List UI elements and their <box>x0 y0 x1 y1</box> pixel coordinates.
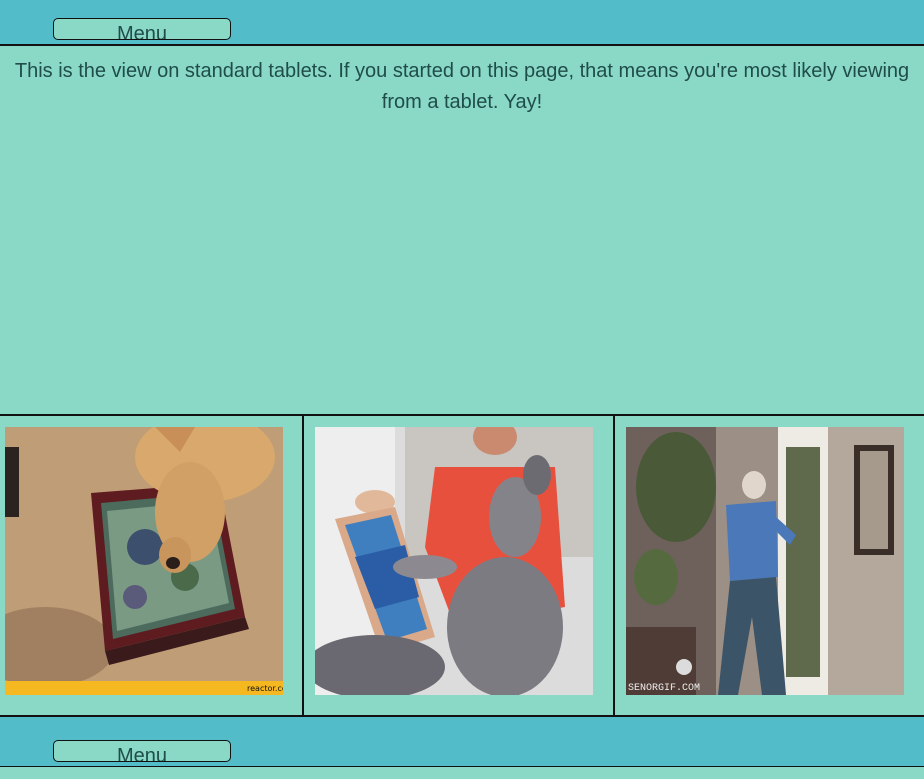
intro-text: This is the view on standard tablets. If… <box>14 60 910 113</box>
dancing-gif-watermark: SENORGIF.COM <box>628 683 700 694</box>
menu-button-top[interactable]: Menu <box>53 18 231 40</box>
footer-bar: Menu <box>0 715 924 767</box>
dancing-man-gif: SENORGIF.COM <box>626 427 904 695</box>
menu-button-bottom[interactable]: Menu <box>53 740 231 762</box>
cat-tablet-gif <box>315 427 593 695</box>
gallery-cell-1: reactor.cc <box>0 416 304 715</box>
header-bar: Menu <box>0 0 924 46</box>
gallery-cell-3: SENORGIF.COM <box>615 416 924 715</box>
dog-tablet-gif: reactor.cc <box>5 427 283 695</box>
gallery-cell-2 <box>304 416 615 715</box>
dog-gif-watermark: reactor.cc <box>247 684 283 693</box>
gif-gallery: reactor.cc SENORGIF.COM <box>0 414 924 715</box>
